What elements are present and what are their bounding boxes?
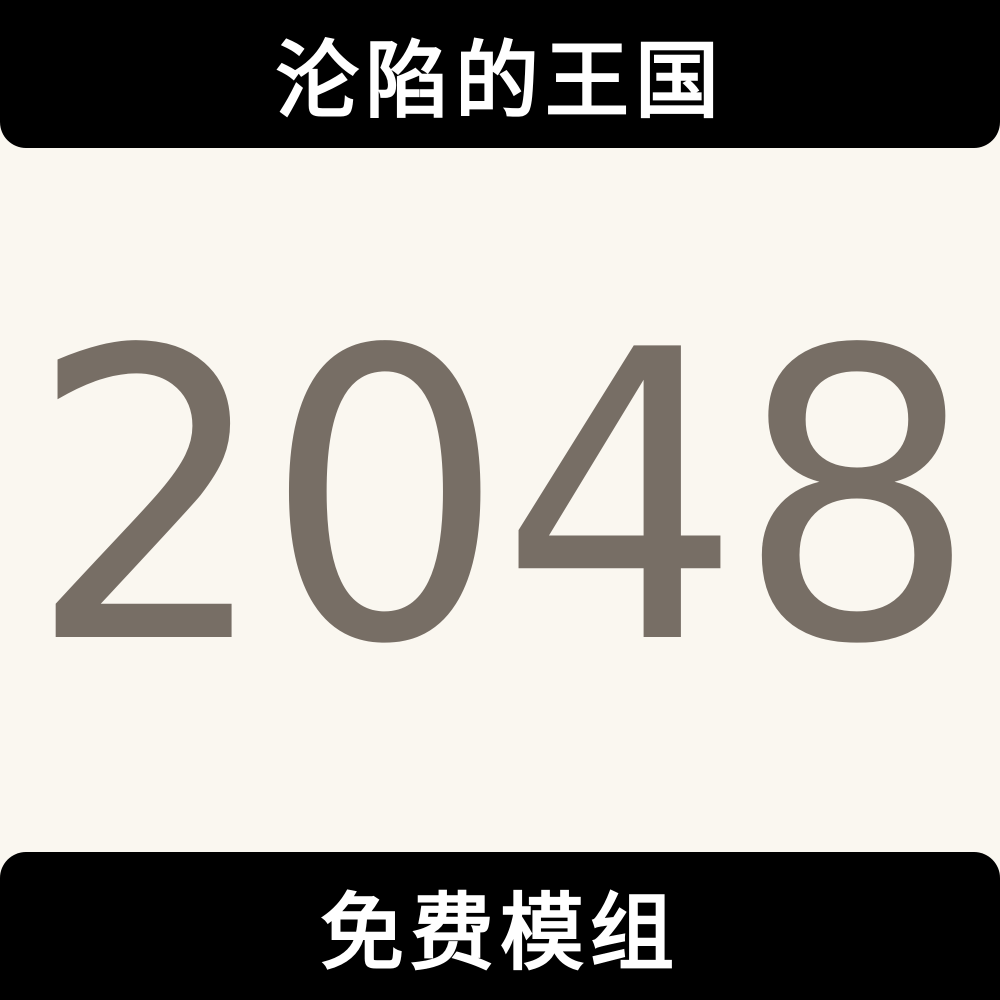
footer-banner: 免费模组	[0, 852, 1000, 1000]
tile-2048: 2048	[0, 148, 1000, 852]
footer-label: 免费模组	[319, 883, 680, 982]
tile-value: 2048	[27, 267, 978, 732]
game-cover: 沦陷的王国 2048 免费模组	[0, 0, 1000, 1000]
game-title: 沦陷的王国	[274, 31, 725, 130]
title-banner: 沦陷的王国	[0, 0, 1000, 148]
